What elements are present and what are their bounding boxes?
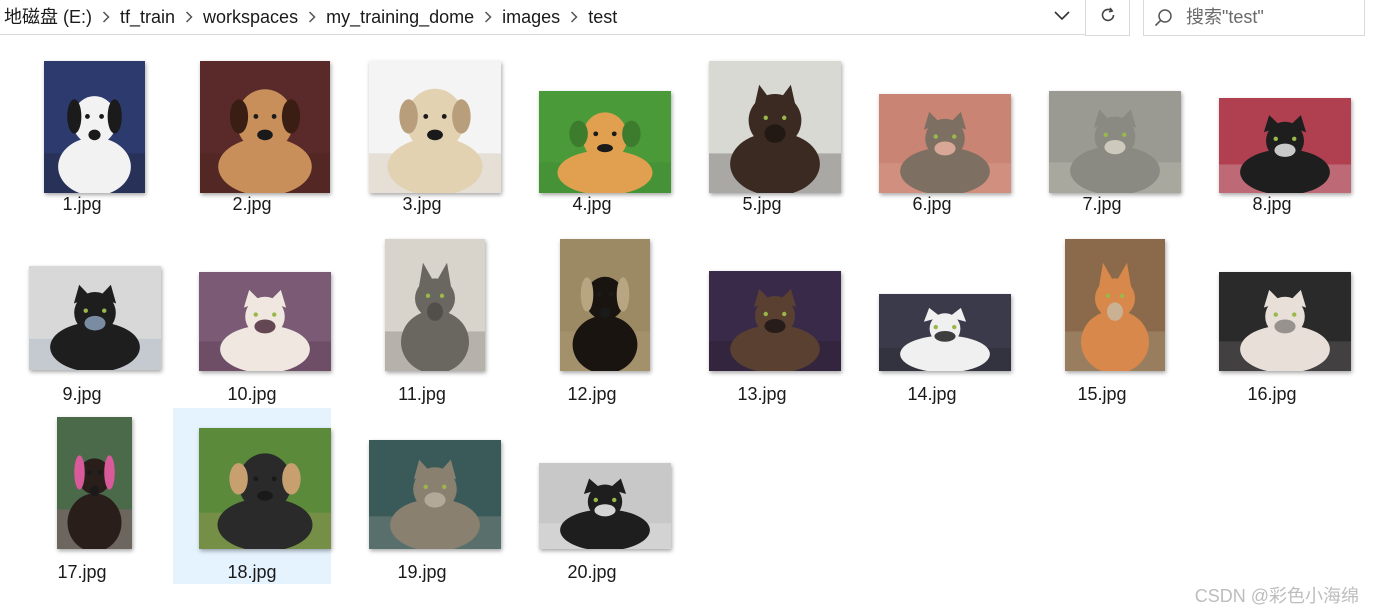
file-name-label: 15.jpg [1077, 384, 1127, 404]
chevron-right-icon[interactable] [302, 11, 322, 23]
chevron-right-icon[interactable] [179, 11, 199, 23]
file-name-label: 8.jpg [1252, 194, 1292, 214]
file-name-label: 13.jpg [737, 384, 787, 404]
file-item[interactable]: 2.jpg [173, 40, 331, 216]
file-name-label: 17.jpg [57, 562, 107, 582]
cat-photo-thumbnail [1065, 239, 1165, 371]
breadcrumb-item[interactable]: tf_train [116, 0, 179, 34]
file-name-label: 5.jpg [742, 194, 782, 214]
file-item[interactable]: 7.jpg [1023, 40, 1181, 216]
file-grid: 1.jpg 2.jpg 3.jpg 4.jpg 5.jpg 6.jpg 7.jpg 8.jpg… [0, 40, 1373, 600]
cat-photo-thumbnail [879, 94, 1011, 193]
cat-photo-thumbnail [1049, 91, 1181, 193]
breadcrumb-item[interactable]: test [584, 0, 621, 34]
file-name-label: 10.jpg [227, 384, 277, 404]
file-name-label: 19.jpg [397, 562, 447, 582]
file-name-label: 1.jpg [62, 194, 102, 214]
file-item[interactable]: 5.jpg [683, 40, 841, 216]
cat-photo-thumbnail [29, 266, 161, 370]
search-icon [1144, 1, 1184, 35]
cat-photo-thumbnail [385, 239, 485, 371]
dog-photo-thumbnail [44, 61, 145, 193]
breadcrumb-item[interactable]: workspaces [199, 0, 302, 34]
file-name-label: 14.jpg [907, 384, 957, 404]
file-item[interactable]: 11.jpg [343, 230, 501, 406]
cat-photo-thumbnail [709, 271, 841, 371]
file-name-label: 11.jpg [398, 384, 446, 404]
dog-photo-thumbnail [560, 239, 650, 371]
file-name-label: 7.jpg [1082, 194, 1122, 214]
file-item[interactable]: 9.jpg [3, 230, 161, 406]
search-input[interactable] [1184, 6, 1358, 29]
breadcrumb-item[interactable]: 地磁盘 (E:) [0, 0, 96, 34]
chevron-right-icon[interactable] [478, 11, 498, 23]
address-history-button[interactable] [1043, 0, 1081, 34]
watermark-text: CSDN @彩色小海绵 [1194, 586, 1359, 606]
file-name-label: 20.jpg [567, 562, 617, 582]
cat-photo-thumbnail [199, 272, 331, 371]
file-item[interactable]: 14.jpg [853, 230, 1011, 406]
address-bar[interactable]: 地磁盘 (E:) tf_train workspaces my_training_do… [0, 0, 1085, 35]
file-name-label: 4.jpg [572, 194, 612, 214]
breadcrumb: 地磁盘 (E:) tf_train workspaces my_training_do… [0, 0, 621, 34]
cat-photo-thumbnail [879, 294, 1011, 371]
file-item[interactable]: 1.jpg [3, 40, 161, 216]
file-name-label: 18.jpg [227, 562, 277, 582]
file-name-label: 6.jpg [912, 194, 952, 214]
file-item[interactable]: 20.jpg [513, 408, 671, 584]
dog-photo-thumbnail [199, 428, 331, 549]
dog-photo-thumbnail [57, 417, 132, 549]
file-item[interactable]: 6.jpg [853, 40, 1011, 216]
chevron-down-icon [1054, 8, 1070, 26]
chevron-right-icon[interactable] [96, 11, 116, 23]
search-box[interactable] [1143, 0, 1365, 36]
refresh-icon [1099, 6, 1117, 29]
file-item[interactable]: 12.jpg [513, 230, 671, 406]
cat-photo-thumbnail [709, 61, 841, 193]
file-name-label: 2.jpg [232, 194, 272, 214]
cat-photo-thumbnail [1219, 98, 1351, 193]
file-item[interactable]: 18.jpg [173, 408, 331, 584]
file-item[interactable]: 3.jpg [343, 40, 501, 216]
file-name-label: 3.jpg [402, 194, 442, 214]
chevron-right-icon[interactable] [564, 11, 584, 23]
breadcrumb-item[interactable]: my_training_dome [322, 0, 478, 34]
file-name-label: 16.jpg [1247, 384, 1297, 404]
dog-photo-thumbnail [539, 91, 671, 193]
cat-photo-thumbnail [1219, 272, 1351, 371]
file-item[interactable]: 4.jpg [513, 40, 671, 216]
file-item[interactable]: 13.jpg [683, 230, 841, 406]
file-item[interactable]: 19.jpg [343, 408, 501, 584]
cat-photo-thumbnail [539, 463, 671, 549]
refresh-button[interactable] [1085, 0, 1130, 36]
dog-photo-thumbnail [369, 61, 501, 193]
file-name-label: 9.jpg [62, 384, 102, 404]
file-item[interactable]: 16.jpg [1193, 230, 1351, 406]
file-name-label: 12.jpg [567, 384, 617, 404]
file-item[interactable]: 10.jpg [173, 230, 331, 406]
breadcrumb-item[interactable]: images [498, 0, 564, 34]
file-item[interactable]: 17.jpg [3, 408, 161, 584]
dog-photo-thumbnail [200, 61, 330, 193]
file-item[interactable]: 15.jpg [1023, 230, 1181, 406]
file-item[interactable]: 8.jpg [1193, 40, 1351, 216]
cat-photo-thumbnail [369, 440, 501, 549]
